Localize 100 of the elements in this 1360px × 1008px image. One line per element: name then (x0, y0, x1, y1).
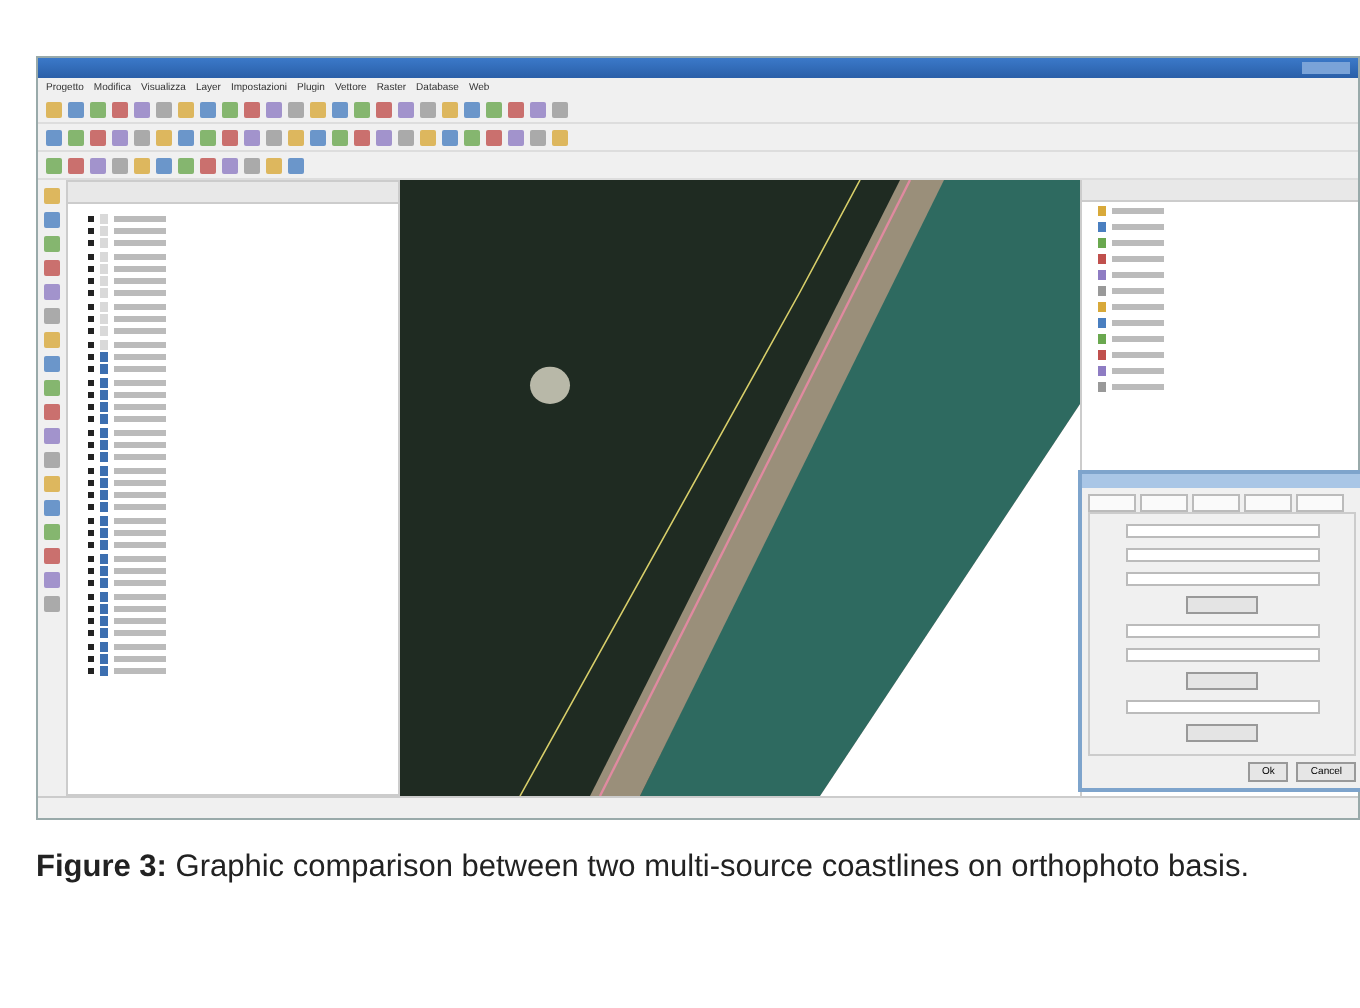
blurred-layer-name[interactable] (114, 530, 166, 537)
checkbox-icon[interactable] (88, 429, 94, 436)
checkbox-icon[interactable] (88, 504, 94, 511)
blurred-layer-name[interactable] (1112, 207, 1164, 213)
blurred-layer-name[interactable] (114, 366, 166, 373)
checkbox-icon[interactable] (88, 316, 94, 323)
blurred-layer-name[interactable] (114, 265, 166, 272)
checkbox-icon[interactable] (88, 341, 94, 348)
checkbox-icon[interactable] (88, 643, 94, 650)
blurred-layer-name[interactable] (114, 555, 166, 562)
blurred-layer-name[interactable] (1112, 383, 1164, 389)
checkbox-icon[interactable] (88, 265, 94, 272)
blurred-layer-name[interactable] (114, 416, 166, 423)
blurred-layer-name[interactable] (114, 580, 166, 587)
checkbox-icon[interactable] (88, 517, 94, 524)
checkbox-icon[interactable] (88, 530, 94, 537)
blurred-layer-name[interactable] (1112, 367, 1164, 373)
checkbox-icon[interactable] (88, 656, 94, 663)
blurred-layer-name[interactable] (1112, 271, 1164, 277)
checkbox-icon[interactable] (88, 441, 94, 448)
checkbox-icon[interactable] (88, 492, 94, 499)
blurred-layer-name[interactable] (114, 656, 166, 663)
blurred-layer-name[interactable] (114, 253, 166, 260)
blurred-layer-name[interactable] (114, 328, 166, 335)
blurred-layer-name[interactable] (114, 630, 166, 637)
checkbox-icon[interactable] (88, 328, 94, 335)
blurred-layer-name[interactable] (1112, 239, 1164, 245)
checkbox-icon[interactable] (88, 593, 94, 600)
checkbox-icon[interactable] (88, 467, 94, 474)
blurred-layer-name[interactable] (114, 391, 166, 398)
blurred-layer-name[interactable] (114, 404, 166, 411)
blurred-layer-name[interactable] (114, 215, 166, 222)
tab[interactable] (1088, 494, 1136, 512)
blurred-layer-name[interactable] (1112, 351, 1164, 357)
checkbox-icon[interactable] (88, 416, 94, 423)
checkbox-icon[interactable] (88, 555, 94, 562)
blurred-layer-name[interactable] (114, 316, 166, 323)
blurred-layer-name[interactable] (114, 492, 166, 499)
blurred-layer-name[interactable] (114, 668, 166, 675)
blurred-layer-name[interactable] (114, 227, 166, 234)
blurred-layer-name[interactable] (1112, 255, 1164, 261)
blurred-layer-name[interactable] (114, 605, 166, 612)
blurred-layer-name[interactable] (114, 429, 166, 436)
checkbox-icon[interactable] (88, 454, 94, 461)
blurred-layer-name[interactable] (114, 353, 166, 360)
blurred-layer-name[interactable] (114, 479, 166, 486)
blurred-layer-name[interactable] (114, 643, 166, 650)
blurred-layer-name[interactable] (114, 593, 166, 600)
blurred-layer-name[interactable] (114, 454, 166, 461)
button[interactable] (1186, 596, 1258, 614)
checkbox-icon[interactable] (88, 215, 94, 222)
checkbox-icon[interactable] (88, 618, 94, 625)
blurred-layer-name[interactable] (114, 467, 166, 474)
checkbox-icon[interactable] (88, 404, 94, 411)
blurred-layer-name[interactable] (114, 290, 166, 297)
checkbox-icon[interactable] (88, 240, 94, 247)
input-field[interactable] (1125, 700, 1319, 714)
blurred-layer-name[interactable] (1112, 223, 1164, 229)
checkbox-icon[interactable] (88, 227, 94, 234)
blurred-layer-name[interactable] (114, 379, 166, 385)
button[interactable] (1186, 724, 1258, 742)
input-field[interactable] (1125, 624, 1319, 638)
tab[interactable] (1296, 494, 1344, 512)
checkbox-icon[interactable] (88, 580, 94, 587)
checkbox-icon[interactable] (88, 479, 94, 486)
blurred-layer-name[interactable] (114, 567, 166, 574)
checkbox-icon[interactable] (88, 542, 94, 549)
checkbox-icon[interactable] (88, 668, 94, 675)
checkbox-icon[interactable] (88, 567, 94, 574)
input-field[interactable] (1125, 572, 1319, 586)
checkbox-icon[interactable] (88, 391, 94, 398)
blurred-layer-name[interactable] (114, 441, 166, 448)
input-field[interactable] (1125, 548, 1319, 562)
checkbox-icon[interactable] (88, 253, 94, 260)
blurred-layer-name[interactable] (114, 618, 166, 625)
checkbox-icon[interactable] (88, 630, 94, 637)
blurred-layer-name[interactable] (1112, 303, 1164, 309)
tab[interactable] (1244, 494, 1292, 512)
blurred-layer-name[interactable] (114, 240, 166, 247)
blurred-layer-name[interactable] (114, 341, 166, 348)
tab[interactable] (1140, 494, 1188, 512)
input-field[interactable] (1125, 524, 1319, 538)
blurred-layer-name[interactable] (114, 517, 166, 524)
dropdown[interactable] (1125, 648, 1319, 662)
blurred-layer-name[interactable] (114, 542, 166, 549)
checkbox-icon[interactable] (88, 605, 94, 612)
checkbox-icon[interactable] (88, 303, 94, 310)
checkbox-icon[interactable] (88, 353, 94, 360)
blurred-layer-name[interactable] (1112, 335, 1164, 341)
checkbox-icon[interactable] (88, 366, 94, 373)
tab[interactable] (1192, 494, 1240, 512)
checkbox-icon[interactable] (88, 290, 94, 297)
button[interactable] (1186, 672, 1258, 690)
blurred-layer-name[interactable] (1112, 287, 1164, 293)
blurred-layer-name[interactable] (1112, 319, 1164, 325)
checkbox-icon[interactable] (88, 379, 94, 385)
blurred-layer-name[interactable] (114, 278, 166, 285)
blurred-layer-name[interactable] (114, 504, 166, 511)
blurred-layer-name[interactable] (114, 303, 166, 310)
checkbox-icon[interactable] (88, 278, 94, 285)
